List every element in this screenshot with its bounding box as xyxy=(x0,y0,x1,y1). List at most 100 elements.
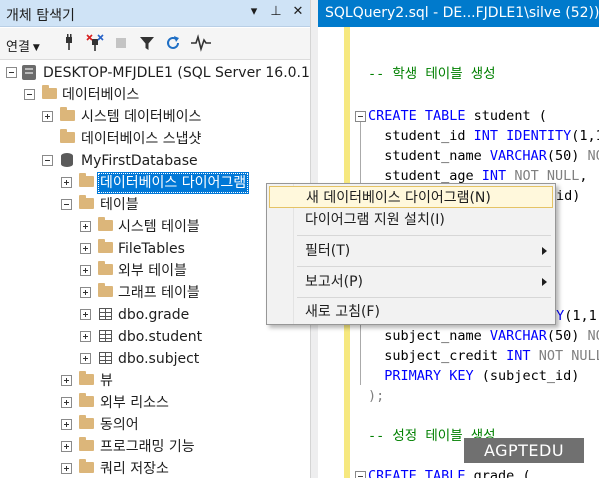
fold-collapse-icon[interactable] xyxy=(355,471,366,478)
expand-toggle[interactable] xyxy=(80,243,91,254)
collapse-toggle[interactable] xyxy=(24,89,35,100)
menu-separator xyxy=(297,266,551,267)
folder-icon xyxy=(79,459,94,473)
expand-toggle[interactable] xyxy=(80,309,91,320)
tree-node-tables[interactable]: 테이블 xyxy=(0,194,310,216)
code-line: student_name VARCHAR(50) NO xyxy=(368,146,599,166)
filter-icon[interactable] xyxy=(138,34,156,52)
expand-toggle[interactable] xyxy=(80,265,91,276)
expand-toggle[interactable] xyxy=(61,177,72,188)
expand-toggle[interactable] xyxy=(80,221,91,232)
tree-node-dbo-student[interactable]: dbo.student xyxy=(0,326,310,348)
code-text: subject_credit xyxy=(368,348,507,364)
window-position-dropdown-icon[interactable]: ▾ xyxy=(248,4,260,19)
expand-toggle[interactable] xyxy=(61,463,72,474)
dbo-grade-label: dbo.grade xyxy=(118,307,190,323)
code-text: (50) xyxy=(546,148,588,164)
tree-node-filetables[interactable]: FileTables xyxy=(0,238,310,260)
table-icon xyxy=(99,330,112,342)
tree-node-myfirstdatabase[interactable]: MyFirstDatabase xyxy=(0,150,310,172)
expand-toggle[interactable] xyxy=(80,353,91,364)
activity-monitor-icon[interactable] xyxy=(190,34,212,52)
expand-toggle[interactable] xyxy=(61,397,72,408)
expand-toggle[interactable] xyxy=(80,331,91,342)
table-icon xyxy=(99,308,112,320)
tree-node-database-snapshots[interactable]: 데이터베이스 스냅샷 xyxy=(0,128,310,150)
menu-item-refresh[interactable]: 새로 고침(F) xyxy=(269,301,553,323)
expand-toggle[interactable] xyxy=(61,419,72,430)
tree-node-synonyms[interactable]: 동의어 xyxy=(0,414,310,436)
menu-item-install-diagram-support[interactable]: 다이어그램 지원 설치(I) xyxy=(269,209,553,231)
collapse-toggle[interactable] xyxy=(61,199,72,210)
tree-node-database-diagrams[interactable]: 데이터베이스 다이어그램 xyxy=(0,172,310,194)
code-text: (1,1 xyxy=(571,128,599,144)
folder-icon xyxy=(79,393,94,407)
database-diagrams-label: 데이터베이스 다이어그램 xyxy=(97,172,250,194)
code-line: student_id INT IDENTITY(1,1 xyxy=(368,126,599,146)
collapse-toggle[interactable] xyxy=(6,67,17,78)
external-tables-label: 외부 테이블 xyxy=(118,263,187,279)
stop-icon[interactable] xyxy=(112,34,130,52)
server-label: DESKTOP-MFJDLE1 (SQL Server 16.0.110 xyxy=(43,65,310,81)
tree-node-query-store[interactable]: 쿼리 저장소 xyxy=(0,458,310,478)
myfirstdatabase-label: MyFirstDatabase xyxy=(81,153,198,169)
menu-item-reports[interactable]: 보고서(P) xyxy=(269,271,553,293)
menu-item-label: 필터(T) xyxy=(305,243,351,259)
tree-node-views[interactable]: 뷰 xyxy=(0,370,310,392)
folder-icon xyxy=(79,195,94,209)
pin-icon[interactable]: ⊥ xyxy=(270,4,282,19)
code-line: -- 학생 테이블 생성 xyxy=(368,66,496,82)
tree-node-graph-tables[interactable]: 그래프 테이블 xyxy=(0,282,310,304)
query-store-label: 쿼리 저장소 xyxy=(100,461,169,477)
chevron-down-icon: ▼ xyxy=(32,42,40,53)
menu-item-new-database-diagram[interactable]: 새 데이터베이스 다이어그램(N) xyxy=(269,186,553,208)
refresh-icon[interactable] xyxy=(164,34,182,52)
tree-node-external-tables[interactable]: 외부 테이블 xyxy=(0,260,310,282)
code-line: id) xyxy=(556,188,581,204)
dbo-subject-label: dbo.subject xyxy=(118,351,200,367)
expand-toggle[interactable] xyxy=(61,375,72,386)
tree-node-dbo-subject[interactable]: dbo.subject xyxy=(0,348,310,370)
context-menu: 새 데이터베이스 다이어그램(N) 다이어그램 지원 설치(I) 필터(T) 보… xyxy=(266,183,556,325)
code-keyword: PRIMARY KEY xyxy=(368,368,474,384)
disconnect-icon[interactable] xyxy=(86,34,104,52)
folder-icon xyxy=(98,217,113,231)
tree-node-dbo-grade[interactable]: dbo.grade xyxy=(0,304,310,326)
menu-item-label: 새로 고침(F) xyxy=(305,304,380,320)
code-text: student_name xyxy=(368,148,490,164)
object-explorer-title: 개체 탐색기 xyxy=(6,8,75,24)
query-editor-tab[interactable]: SQLQuery2.sql - DE...FJDLE1\silve (52))* xyxy=(318,0,599,27)
tables-label: 테이블 xyxy=(100,197,139,213)
expand-toggle[interactable] xyxy=(80,287,91,298)
tree-node-databases[interactable]: 데이터베이스 xyxy=(0,84,310,106)
menu-item-filter[interactable]: 필터(T) xyxy=(269,240,553,262)
views-label: 뷰 xyxy=(100,373,113,389)
folder-icon xyxy=(79,371,94,385)
code-keyword: VARCHAR xyxy=(489,328,547,344)
watermark: AGPTEDU xyxy=(464,438,584,463)
submenu-arrow-icon xyxy=(542,247,547,255)
object-explorer-title-bar: 개체 탐색기 ▾ ⊥ ✕ xyxy=(0,0,310,27)
folder-icon xyxy=(60,107,75,121)
expand-toggle[interactable] xyxy=(42,111,53,122)
collapse-toggle[interactable] xyxy=(42,155,53,166)
external-resources-label: 외부 리소스 xyxy=(100,395,169,411)
code-keyword: VARCHAR xyxy=(489,148,547,164)
connect-dropdown-button[interactable]: 연결 ▼ xyxy=(6,36,40,55)
object-explorer-panel: 개체 탐색기 ▾ ⊥ ✕ 연결 ▼ DESKTOP-MFJDLE1 (SQL Se… xyxy=(0,0,310,478)
fold-guide xyxy=(360,325,361,385)
tree-node-programmability[interactable]: 프로그래밍 기능 xyxy=(0,436,310,458)
tree-node-system-tables[interactable]: 시스템 테이블 xyxy=(0,216,310,238)
code-line: CREATE TABLE grade ( xyxy=(368,466,531,478)
database-icon xyxy=(61,153,73,167)
close-icon[interactable]: ✕ xyxy=(292,4,304,19)
tree-node-system-databases[interactable]: 시스템 데이터베이스 xyxy=(0,106,310,128)
expand-toggle[interactable] xyxy=(61,441,72,452)
code-text: (50) xyxy=(546,328,588,344)
code-keyword: INT xyxy=(506,348,531,364)
fold-collapse-icon[interactable] xyxy=(355,111,366,122)
tree-node-external-resources[interactable]: 외부 리소스 xyxy=(0,392,310,414)
tree-node-server[interactable]: DESKTOP-MFJDLE1 (SQL Server 16.0.110 xyxy=(0,62,310,84)
connect-plug-icon[interactable] xyxy=(60,34,78,52)
code-null-keyword: NO xyxy=(587,148,599,164)
